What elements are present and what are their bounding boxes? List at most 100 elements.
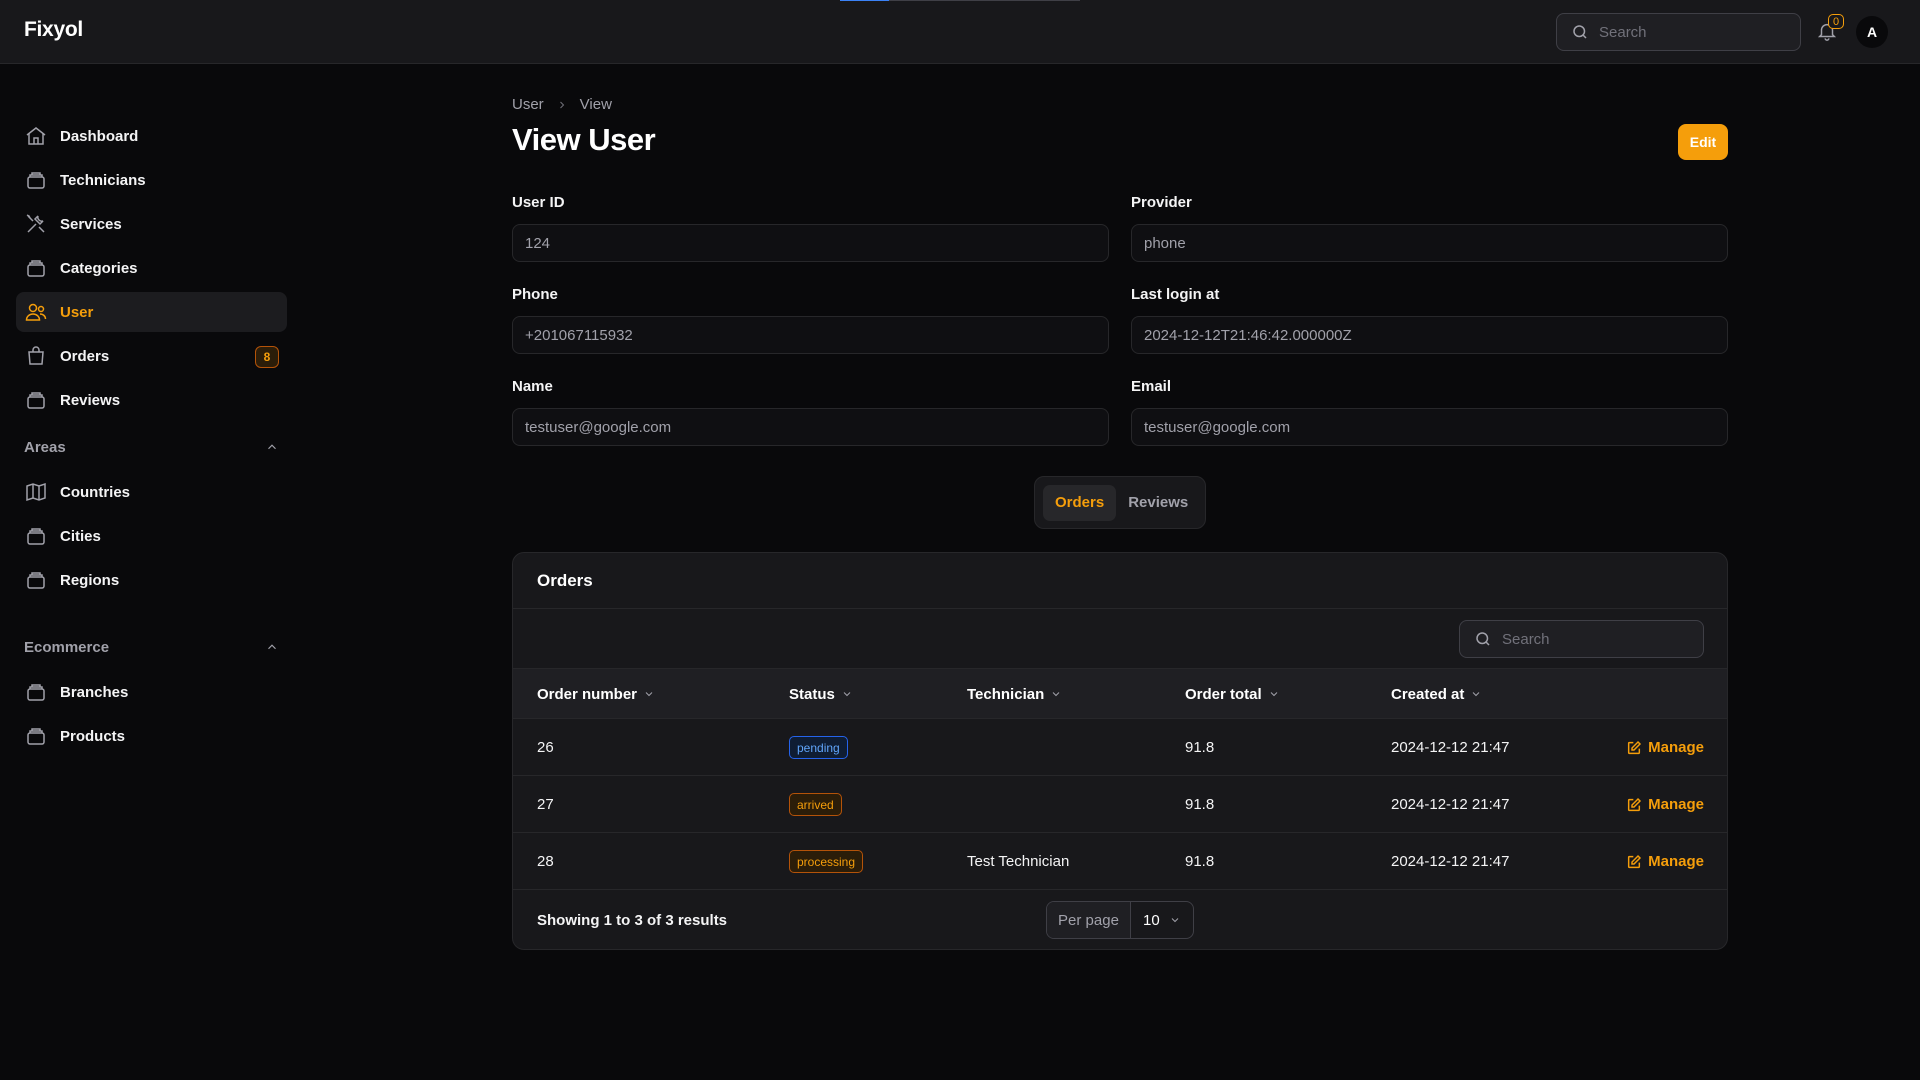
manage-button[interactable]: Manage xyxy=(1626,833,1704,890)
breadcrumb-current: View xyxy=(579,96,612,113)
home-icon xyxy=(24,124,48,148)
sidebar-item-products[interactable]: Products xyxy=(16,716,287,756)
breadcrumb-parent[interactable]: User xyxy=(512,96,544,113)
box-icon xyxy=(24,524,48,548)
provider-value: phone xyxy=(1131,224,1728,262)
sidebar-item-categories[interactable]: Categories xyxy=(16,248,287,288)
created-at-cell: 2024-12-12 21:47 xyxy=(1391,796,1510,813)
manage-button[interactable]: Manage xyxy=(1626,776,1704,833)
tab-orders[interactable]: Orders xyxy=(1043,484,1117,521)
field-label: Last login at xyxy=(1131,286,1220,303)
table-row[interactable]: 27 arrived 91.8 2024-12-12 21:47 Manage xyxy=(513,776,1727,833)
notification-count: 0 xyxy=(1828,14,1844,29)
table-header: Order number Status Technician Order tot… xyxy=(513,669,1727,719)
sidebar-item-reviews[interactable]: Reviews xyxy=(16,380,287,420)
sidebar-item-label: User xyxy=(60,303,94,321)
edit-icon xyxy=(1626,854,1642,870)
column-created-at[interactable]: Created at xyxy=(1391,669,1482,719)
sidebar-group-areas[interactable]: Areas xyxy=(24,435,279,459)
column-technician[interactable]: Technician xyxy=(967,669,1062,719)
status-badge: processing xyxy=(789,850,864,873)
avatar[interactable]: A xyxy=(1856,16,1888,48)
edit-button[interactable]: Edit xyxy=(1678,124,1728,160)
sidebar-item-label: Regions xyxy=(60,571,120,589)
order-total-cell: 91.8 xyxy=(1185,853,1215,870)
orders-table-card: Orders Order number Status Technician Or… xyxy=(512,552,1728,950)
chevron-down-icon xyxy=(1470,688,1482,700)
edit-icon xyxy=(1626,740,1642,756)
sidebar-group-label: Areas xyxy=(24,438,66,456)
global-search[interactable] xyxy=(1556,13,1801,51)
page-title: View User xyxy=(512,122,656,157)
sidebar-item-regions[interactable]: Regions xyxy=(16,560,287,600)
per-page-select[interactable]: Per page 10 xyxy=(1046,901,1194,939)
sidebar-group-ecommerce[interactable]: Ecommerce xyxy=(24,635,279,659)
sidebar-item-label: Countries xyxy=(60,483,131,501)
chevron-down-icon xyxy=(643,688,655,700)
chevron-down-icon xyxy=(1050,688,1062,700)
sidebar-item-cities[interactable]: Cities xyxy=(16,516,287,556)
column-label: Order number xyxy=(537,685,638,703)
sidebar-item-technicians[interactable]: Technicians xyxy=(16,160,287,200)
per-page-dropdown[interactable]: 10 xyxy=(1131,902,1193,938)
sidebar-item-label: Reviews xyxy=(60,391,121,409)
technician-cell: Test Technician xyxy=(967,853,1070,870)
name-field: Name testuser@google.com xyxy=(512,378,1109,446)
chevron-right-icon xyxy=(556,99,568,111)
sidebar-item-label: Orders xyxy=(60,347,110,365)
last-login-field: Last login at 2024-12-12T21:46:42.000000… xyxy=(1131,286,1728,354)
status-badge: pending xyxy=(789,736,848,759)
per-page-value: 10 xyxy=(1143,911,1160,929)
phone-field: Phone +201067115932 xyxy=(512,286,1109,354)
table-footer: Showing 1 to 3 of 3 results Per page 10 xyxy=(513,890,1727,949)
field-label: Name xyxy=(512,378,553,395)
table-row[interactable]: 26 pending 91.8 2024-12-12 21:47 Manage xyxy=(513,719,1727,776)
global-search-input[interactable] xyxy=(1599,23,1779,41)
sidebar-item-services[interactable]: Services xyxy=(16,204,287,244)
table-search[interactable] xyxy=(1459,620,1704,658)
sidebar-item-label: Dashboard xyxy=(60,127,139,145)
sidebar-item-countries[interactable]: Countries xyxy=(16,472,287,512)
phone-value: +201067115932 xyxy=(512,316,1109,354)
column-status[interactable]: Status xyxy=(789,669,853,719)
brand-logo[interactable]: Fixyol xyxy=(24,18,83,42)
loading-bar xyxy=(840,0,1080,1)
column-label: Technician xyxy=(967,685,1045,703)
email-field: Email testuser@google.com xyxy=(1131,378,1728,446)
manage-label: Manage xyxy=(1648,796,1704,813)
status-cell: processing xyxy=(789,833,864,890)
table-search-input[interactable] xyxy=(1502,630,1682,648)
breadcrumb: User View xyxy=(512,96,612,113)
sidebar-item-dashboard[interactable]: Dashboard xyxy=(16,116,287,156)
field-label: Provider xyxy=(1131,194,1192,211)
tab-reviews[interactable]: Reviews xyxy=(1116,485,1200,521)
sidebar-item-label: Technicians xyxy=(60,171,146,189)
manage-label: Manage xyxy=(1648,739,1704,756)
sidebar-item-user[interactable]: User xyxy=(16,292,287,332)
chevron-up-icon[interactable] xyxy=(265,440,279,454)
column-order-total[interactable]: Order total xyxy=(1185,669,1280,719)
column-order-number[interactable]: Order number xyxy=(537,669,655,719)
table-row[interactable]: 28 processing Test Technician 91.8 2024-… xyxy=(513,833,1727,890)
order-number-cell: 28 xyxy=(537,853,554,870)
column-label: Created at xyxy=(1391,685,1465,703)
field-label: Phone xyxy=(512,286,558,303)
sidebar-item-branches[interactable]: Branches xyxy=(16,672,287,712)
status-badge: arrived xyxy=(789,793,842,816)
pagination-summary: Showing 1 to 3 of 3 results xyxy=(537,911,728,929)
notifications-button[interactable]: 0 xyxy=(1816,14,1844,44)
last-login-value: 2024-12-12T21:46:42.000000Z xyxy=(1131,316,1728,354)
box-icon xyxy=(24,724,48,748)
sidebar: Dashboard Technicians Services Categorie… xyxy=(0,64,300,1080)
users-icon xyxy=(24,300,48,324)
manage-button[interactable]: Manage xyxy=(1626,719,1704,776)
sidebar-item-orders[interactable]: Orders 8 xyxy=(16,336,287,376)
chevron-down-icon xyxy=(1268,688,1280,700)
map-icon xyxy=(24,480,48,504)
chevron-down-icon xyxy=(841,688,853,700)
box-icon xyxy=(24,168,48,192)
chevron-down-icon xyxy=(1169,914,1181,926)
chevron-up-icon[interactable] xyxy=(265,640,279,654)
box-icon xyxy=(24,568,48,592)
sidebar-item-label: Branches xyxy=(60,683,129,701)
